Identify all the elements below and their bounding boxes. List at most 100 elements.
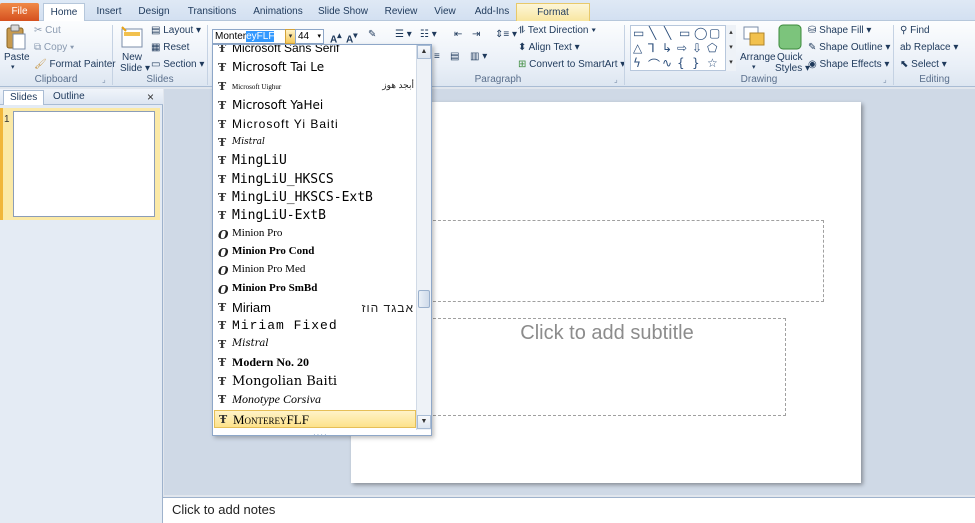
- new-slide-button[interactable]: Slide ▾: [120, 63, 150, 74]
- find-button[interactable]: ⚲ Find: [900, 25, 930, 36]
- layout-button[interactable]: ▤ Layout ▾: [151, 25, 201, 36]
- format-painter-button[interactable]: 🖌 Format Painter: [34, 59, 116, 70]
- font-list-item[interactable]: O Minion Pro: [214, 226, 416, 244]
- line-shape-icon[interactable]: ╲: [649, 26, 656, 40]
- font-list-item[interactable]: Ŧ Microsoft Uighur أبجد هوز: [214, 78, 416, 96]
- replace-button[interactable]: ab Replace ▾: [900, 42, 958, 53]
- font-list-item[interactable]: Ŧ Monotype Corsiva: [214, 391, 416, 409]
- resize-grip-icon[interactable]: ····: [313, 430, 327, 439]
- scroll-down-icon[interactable]: ▼: [417, 415, 431, 429]
- new-slide-icon[interactable]: [120, 25, 144, 51]
- font-size-input[interactable]: 44 ▾: [295, 29, 324, 44]
- arrange-dropdown-arrow[interactable]: ▾: [752, 63, 756, 71]
- font-dropdown-list[interactable]: Ŧ Microsoft Sans Serif Ŧ Microsoft Tai Le …: [212, 44, 432, 436]
- font-list-item-selected[interactable]: Ŧ MontereyFLF: [214, 410, 416, 428]
- notes-placeholder-text[interactable]: Click to add notes: [172, 502, 275, 517]
- clipboard-launcher-icon[interactable]: ⌟: [102, 75, 106, 84]
- shapes-gallery-scroll[interactable]: ▴ ▾ ▾: [725, 25, 736, 71]
- triangle-shape-icon[interactable]: △: [633, 41, 642, 55]
- left-brace-shape-icon[interactable]: {: [677, 56, 685, 70]
- font-list-item[interactable]: O Minion Pro Cond: [214, 244, 416, 262]
- copy-button[interactable]: ⧉ Copy ▾: [34, 42, 74, 53]
- right-arrow-shape-icon[interactable]: ⇨: [677, 41, 687, 55]
- down-arrow-shape-icon[interactable]: ⇩: [692, 41, 702, 55]
- font-list-item[interactable]: Ŧ Miriam Fixed: [214, 317, 416, 335]
- arrange-button[interactable]: Arrange: [740, 52, 776, 63]
- rounded-rectangle-shape-icon[interactable]: ▢: [709, 26, 720, 40]
- font-list-item[interactable]: Ŧ Microsoft Sans Serif: [214, 45, 416, 58]
- font-list-item[interactable]: Ŧ Modern No. 20: [214, 354, 416, 372]
- tab-format[interactable]: Format: [516, 3, 590, 21]
- paragraph-launcher-icon[interactable]: ⌟: [614, 75, 618, 84]
- font-list-scrollbar[interactable]: ▲ ▼: [416, 45, 431, 430]
- arc-shape-icon[interactable]: ⌒: [648, 56, 660, 73]
- font-list-item[interactable]: Ŧ Mongolian Baiti: [214, 373, 416, 391]
- font-list-item[interactable]: Ŧ Microsoft YaHei: [214, 97, 416, 115]
- tab-slideshow[interactable]: Slide Show: [316, 3, 370, 21]
- justify-icon[interactable]: ▤: [450, 51, 459, 62]
- font-list-item[interactable]: Ŧ MingLiU_HKSCS-ExtB: [214, 189, 416, 207]
- arrange-icon[interactable]: [742, 25, 768, 51]
- font-list-item[interactable]: O Minion Pro Med: [214, 262, 416, 280]
- cut-button[interactable]: ✂ Cut: [34, 25, 61, 36]
- pentagon-shape-icon[interactable]: ⬠: [707, 41, 717, 55]
- close-icon[interactable]: ×: [147, 90, 154, 104]
- freeform-shape-icon[interactable]: ϟ: [633, 56, 641, 70]
- decrease-indent-icon[interactable]: ⇤: [454, 29, 462, 40]
- text-direction-button[interactable]: ⥮ Text Direction ▾: [518, 25, 596, 36]
- bullets-icon[interactable]: ☰ ▾: [395, 29, 412, 40]
- star-shape-icon[interactable]: ☆: [707, 56, 718, 70]
- font-name-input[interactable]: MontereyFLF: [212, 29, 296, 44]
- tab-outline-pane[interactable]: Outline: [47, 90, 91, 105]
- reset-button[interactable]: ▦ Reset: [151, 42, 189, 53]
- tab-home[interactable]: Home: [43, 3, 85, 22]
- drawing-launcher-icon[interactable]: ⌟: [883, 75, 887, 84]
- shape-fill-button[interactable]: ⛁ Shape Fill ▾: [808, 25, 871, 36]
- tab-animations[interactable]: Animations: [250, 3, 306, 21]
- slide-thumbnail[interactable]: [13, 111, 155, 217]
- font-list-item[interactable]: O Minion Pro SmBd: [214, 281, 416, 299]
- paste-icon[interactable]: [4, 24, 28, 52]
- elbow-arrow-icon[interactable]: ↳: [662, 41, 672, 55]
- font-list-item[interactable]: Ŧ Mistral: [214, 134, 416, 152]
- new-slide-label-1[interactable]: New: [122, 52, 142, 63]
- font-list-item[interactable]: Ŧ Microsoft Tai Le: [214, 59, 416, 77]
- tab-review[interactable]: Review: [382, 3, 420, 21]
- paste-dropdown-arrow[interactable]: ▾: [11, 63, 15, 71]
- subtitle-placeholder-text[interactable]: Click to add subtitle: [430, 322, 784, 345]
- font-list-item[interactable]: Ŧ MingLiU_HKSCS: [214, 171, 416, 189]
- quick-styles-label-1[interactable]: Quick: [777, 52, 803, 63]
- shape-outline-button[interactable]: ✎ Shape Outline ▾: [808, 42, 890, 53]
- numbering-icon[interactable]: ☷ ▾: [420, 29, 437, 40]
- elbow-connector-icon[interactable]: ⅂: [648, 41, 655, 55]
- textbox-shape-icon[interactable]: ▭: [633, 26, 644, 40]
- scrollbar-thumb[interactable]: [418, 290, 430, 308]
- scroll-up-icon[interactable]: ▲: [417, 45, 431, 59]
- align-right-icon[interactable]: ≡: [434, 51, 440, 62]
- increase-indent-icon[interactable]: ⇥: [472, 29, 480, 40]
- shape-effects-button[interactable]: ◉ Shape Effects ▾: [808, 59, 889, 70]
- align-text-button[interactable]: ⬍ Align Text ▾: [518, 42, 580, 53]
- tab-design[interactable]: Design: [133, 3, 175, 21]
- quick-styles-icon[interactable]: [778, 24, 802, 50]
- font-list-item[interactable]: Ŧ MingLiU-ExtB: [214, 207, 416, 225]
- tab-transitions[interactable]: Transitions: [183, 3, 241, 21]
- section-button[interactable]: ▭ Section ▾: [151, 59, 204, 70]
- oval-shape-icon[interactable]: ◯: [694, 26, 707, 40]
- shapes-gallery[interactable]: ▭ ╲ ╲ ▭ ◯ ▢ △ ⅂ ↳ ⇨ ⇩ ⬠ ϟ ⌒ ∿ { } ☆: [630, 25, 736, 73]
- tab-file[interactable]: File: [0, 3, 39, 21]
- notes-pane[interactable]: [163, 497, 975, 523]
- font-list-item[interactable]: Ŧ Mistral: [214, 336, 416, 354]
- font-list-item[interactable]: Ŧ Microsoft Yi Baiti: [214, 116, 416, 134]
- clear-formatting-icon[interactable]: ✎: [368, 29, 376, 40]
- select-button[interactable]: ⬉ Select ▾: [900, 59, 947, 70]
- curve-shape-icon[interactable]: ∿: [662, 56, 672, 70]
- font-list-item[interactable]: Ŧ Miriam אבגד הוז: [214, 299, 416, 317]
- line-spacing-icon[interactable]: ⇕≡ ▾: [495, 29, 517, 40]
- tab-insert[interactable]: Insert: [90, 3, 128, 21]
- tab-slides-pane[interactable]: Slides: [3, 90, 45, 105]
- font-size-dropdown-icon[interactable]: ▾: [317, 30, 321, 43]
- quick-styles-button[interactable]: Styles ▾: [775, 63, 810, 74]
- columns-icon[interactable]: ▥ ▾: [470, 51, 487, 62]
- line-shape-icon[interactable]: ╲: [664, 26, 671, 40]
